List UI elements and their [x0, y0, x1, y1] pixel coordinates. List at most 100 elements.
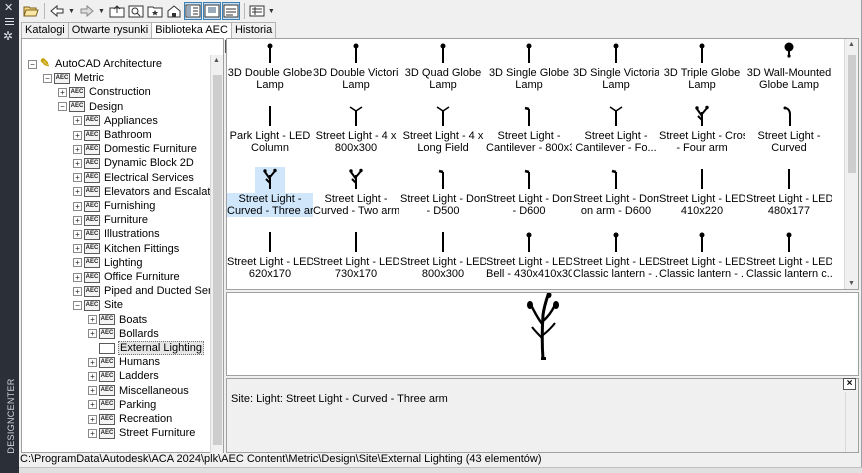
expand-icon[interactable]: +: [88, 386, 97, 396]
expand-icon[interactable]: +: [73, 272, 82, 282]
tree-item[interactable]: + AEC Electrical Services: [73, 171, 195, 185]
tree-item[interactable]: + AEC Office Furniture: [73, 270, 181, 284]
tree-item[interactable]: − AEC Metric: [43, 71, 105, 85]
content-item[interactable]: Street Light - Dome - D500: [400, 167, 486, 217]
scroll-up-icon[interactable]: ▲: [848, 41, 855, 48]
tree-item[interactable]: +AEC Elevators and Escalators: [73, 185, 210, 199]
tab-otwarte-rysunki[interactable]: Otwarte rysunki: [67, 22, 153, 38]
load-button[interactable]: [22, 2, 40, 20]
tree-item[interactable]: − AEC Site: [73, 298, 124, 312]
content-item[interactable]: Street Light - LED -410x220: [659, 167, 745, 217]
tree-item[interactable]: + AEC Humans: [88, 355, 161, 369]
content-item[interactable]: 3D Single Victorian Lamp: [573, 41, 659, 91]
tree-item[interactable]: External Lighting: [88, 341, 204, 355]
expand-icon[interactable]: +: [73, 215, 82, 225]
content-item[interactable]: Street Light -Cantilever - 800x300: [486, 104, 572, 154]
tree-item[interactable]: − AEC Design: [58, 100, 124, 114]
expand-icon[interactable]: +: [73, 201, 82, 211]
favorites-button[interactable]: [146, 2, 164, 20]
preview-toggle[interactable]: [202, 2, 221, 20]
tree-item[interactable]: + AEC Bathroom: [73, 128, 153, 142]
search-button[interactable]: [127, 2, 145, 20]
expand-icon[interactable]: +: [88, 414, 97, 424]
content-item[interactable]: 3D Single Globe Lamp: [486, 41, 572, 91]
tree-item[interactable]: + AEC Appliances: [73, 114, 159, 128]
expand-icon[interactable]: +: [73, 286, 82, 296]
tree-scrollbar-thumb[interactable]: [213, 75, 222, 445]
expand-icon[interactable]: +: [88, 357, 97, 367]
tab-katalogi[interactable]: Katalogi: [21, 22, 69, 38]
content-item[interactable]: Street Light - 4 x 800x300: [313, 104, 399, 154]
tree-item[interactable]: + AEC Furnishing: [73, 199, 156, 213]
expand-icon[interactable]: +: [88, 428, 97, 438]
collapse-icon[interactable]: −: [43, 73, 52, 83]
content-item[interactable]: 3D Wall-Mounted Globe Lamp: [746, 41, 832, 91]
tab-historia[interactable]: Historia: [230, 22, 277, 38]
tree-item[interactable]: + AEC Bollards: [88, 327, 160, 341]
tree-item[interactable]: + AEC Kitchen Fittings: [73, 242, 180, 256]
content-item[interactable]: Street Light - LED -480x177: [746, 167, 832, 217]
description-scrollbar[interactable]: [845, 392, 858, 452]
tree-item[interactable]: +AEC Piped and Ducted Services: [73, 284, 210, 298]
expand-icon[interactable]: +: [73, 229, 82, 239]
tree-item[interactable]: − ✎ AutoCAD Architecture: [28, 57, 163, 71]
content-item[interactable]: 3D Triple Globe Lamp: [659, 41, 745, 91]
content-item[interactable]: Street Light - Dome on arm - D600: [573, 167, 659, 217]
tree-item[interactable]: + AEC Dynamic Block 2D: [73, 156, 195, 170]
expand-icon[interactable]: +: [73, 258, 82, 268]
tree-item[interactable]: + AEC Domestic Furniture: [73, 142, 198, 156]
collapse-icon[interactable]: −: [58, 102, 67, 112]
tree-scrollbar[interactable]: ▲: [210, 55, 223, 453]
content-item[interactable]: Street Light - LED - Classic lantern - ..…: [573, 230, 659, 280]
tree-item[interactable]: + AEC Construction: [58, 85, 152, 99]
expand-icon[interactable]: +: [88, 400, 97, 410]
expand-icon[interactable]: +: [73, 187, 82, 197]
tree-item[interactable]: + AEC Parking: [88, 398, 157, 412]
up-button[interactable]: [108, 2, 126, 20]
content-item[interactable]: Street Light - LED -620x170: [227, 230, 313, 280]
collapse-icon[interactable]: −: [28, 59, 37, 69]
content-item[interactable]: Street Light - LED - Classic lantern c...: [746, 230, 832, 280]
tree-item[interactable]: + AEC Miscellaneous: [88, 384, 190, 398]
expand-icon[interactable]: +: [88, 315, 97, 325]
views-button[interactable]: [248, 2, 266, 20]
tree-item[interactable]: + AEC Lighting: [73, 256, 144, 270]
content-item[interactable]: Street Light - Curved - Two arm: [313, 167, 399, 217]
expand-icon[interactable]: +: [73, 173, 82, 183]
expand-icon[interactable]: +: [73, 158, 82, 168]
tree-item[interactable]: + AEC Illustrations: [73, 227, 161, 241]
expand-icon[interactable]: +: [73, 144, 82, 154]
content-item[interactable]: Street Light - Cantilever - Fo...: [573, 104, 659, 154]
expand-icon[interactable]: +: [73, 130, 82, 140]
tree-view-toggle[interactable]: [183, 2, 202, 20]
close-icon[interactable]: ✕: [4, 3, 13, 14]
expand-icon[interactable]: +: [73, 244, 82, 254]
tree-item[interactable]: + AEC Boats: [88, 313, 148, 327]
content-item[interactable]: Street Light - Cross - Four arm: [659, 104, 745, 154]
description-close-button[interactable]: ×: [843, 378, 856, 390]
content-item[interactable]: 3D Double VictorianLamp: [313, 41, 399, 91]
content-item[interactable]: 3D Double Globe Lamp: [227, 41, 313, 91]
forward-button[interactable]: [78, 2, 96, 20]
expand-icon[interactable]: +: [88, 371, 97, 381]
content-item[interactable]: Street Light - Dome - D600: [486, 167, 572, 217]
views-dropdown-icon[interactable]: ▼: [268, 8, 275, 15]
content-item[interactable]: Park Light - LED Column: [227, 104, 313, 154]
expand-icon[interactable]: +: [88, 329, 97, 339]
collapse-icon[interactable]: −: [73, 300, 82, 310]
content-item[interactable]: Street Light - Curved: [746, 104, 832, 154]
grid-scrollbar-thumb[interactable]: [848, 55, 856, 173]
gear-icon[interactable]: ✲: [3, 29, 13, 43]
content-item[interactable]: Street Light - LED -730x170: [313, 230, 399, 280]
tree-item[interactable]: + AEC Street Furniture: [88, 426, 196, 440]
content-item[interactable]: Street Light - LED -800x300: [400, 230, 486, 280]
content-item[interactable]: 3D Quad Globe Lamp: [400, 41, 486, 91]
content-item[interactable]: Street Light - 4 x Long Field: [400, 104, 486, 154]
home-button[interactable]: [165, 2, 183, 20]
scroll-up-icon[interactable]: ▲: [213, 57, 220, 64]
menu-icon[interactable]: [5, 18, 14, 25]
expand-icon[interactable]: +: [73, 116, 82, 126]
tab-biblioteka-aec[interactable]: Biblioteka AEC: [151, 22, 232, 39]
tree-item[interactable]: + AEC Recreation: [88, 412, 173, 426]
forward-dropdown-icon[interactable]: ▼: [98, 8, 105, 15]
